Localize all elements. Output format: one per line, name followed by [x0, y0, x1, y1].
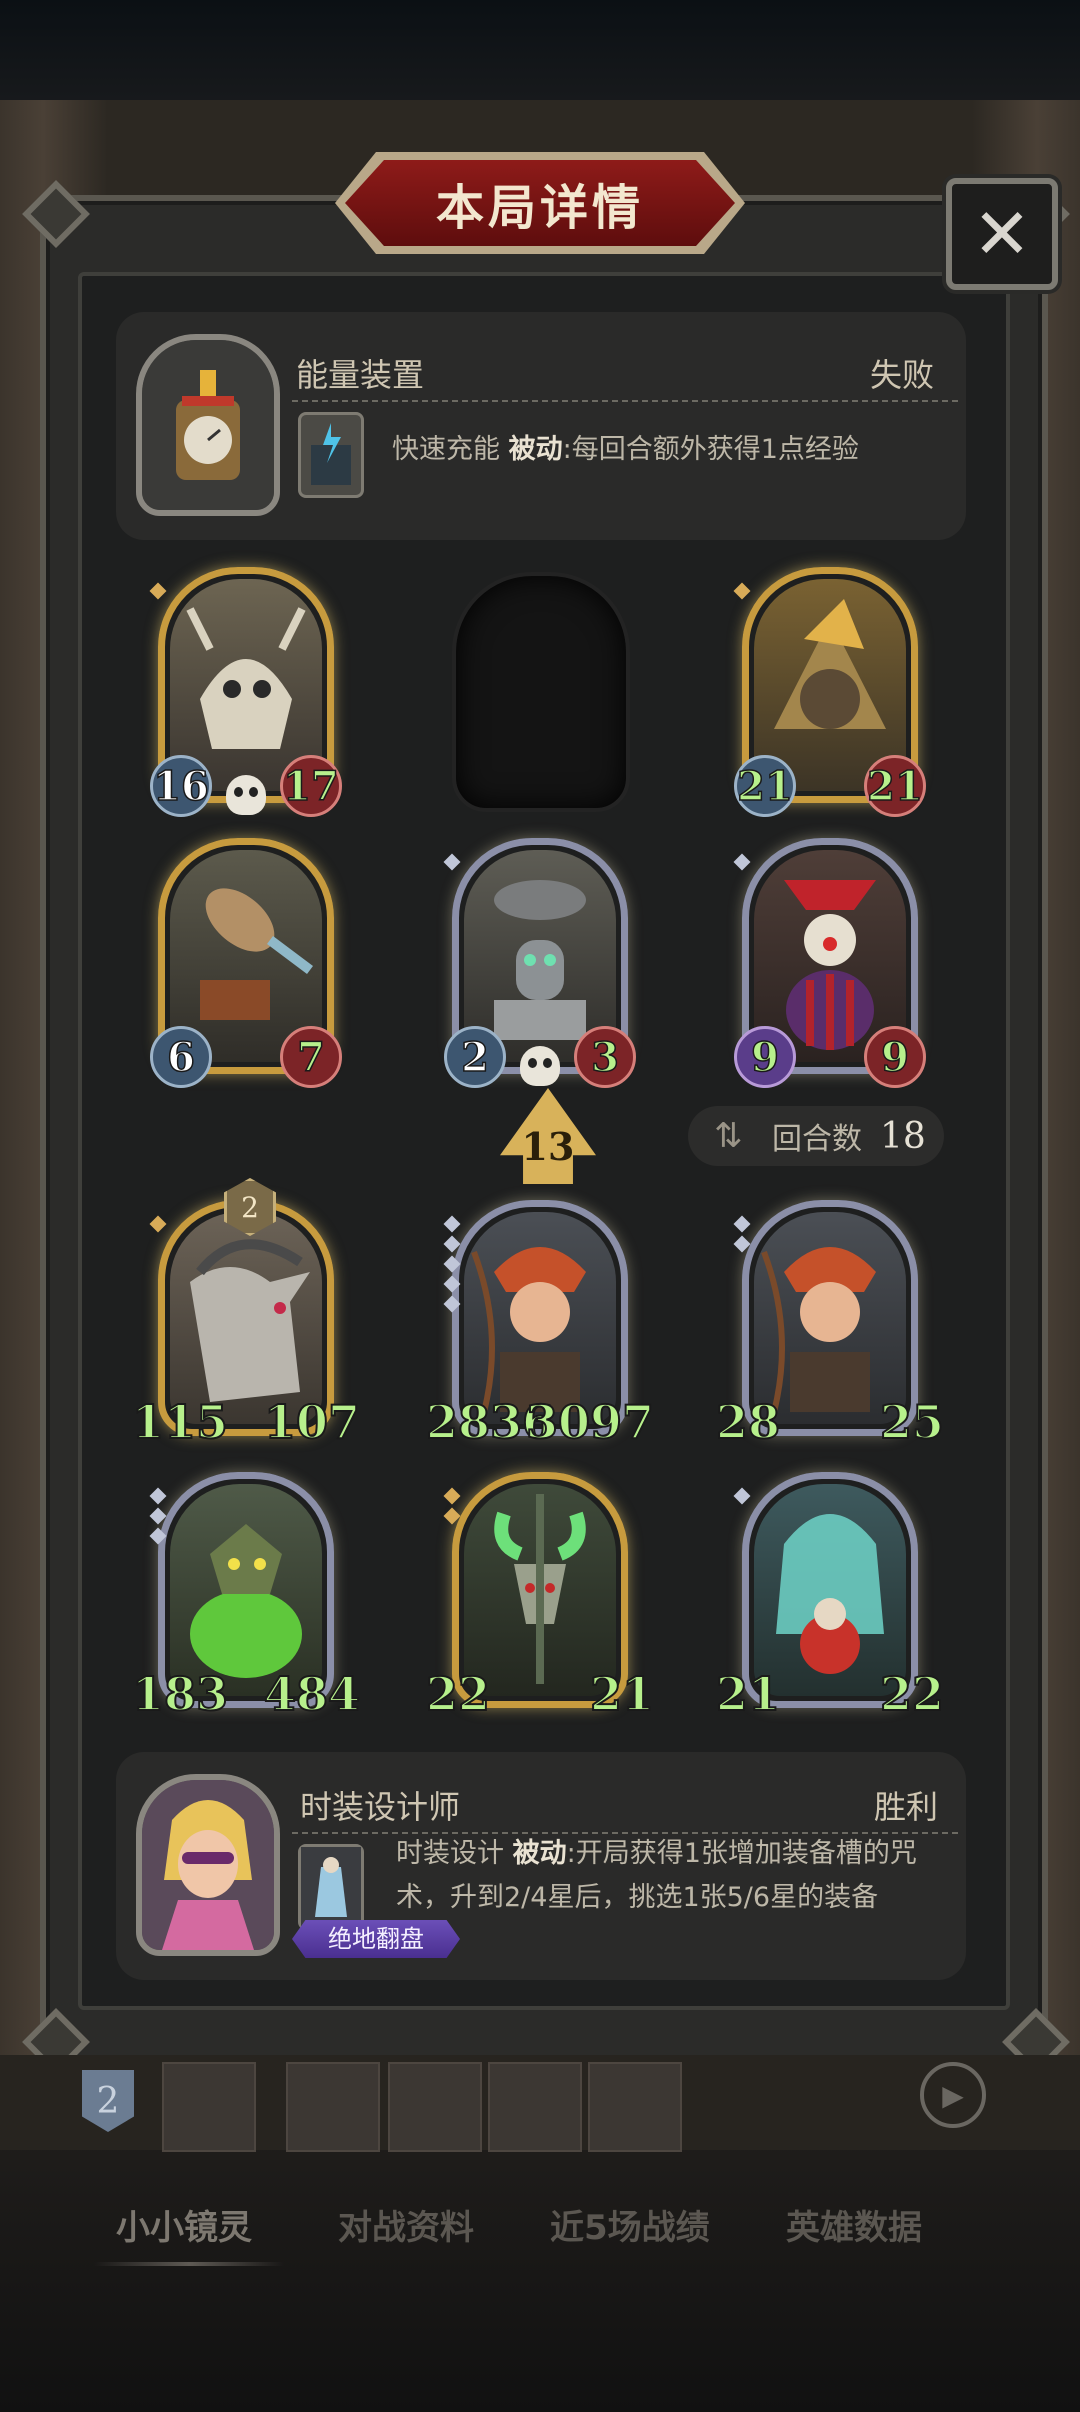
bottom-background	[0, 2140, 1080, 2412]
attack-stat: 21	[734, 755, 796, 817]
opponent-result: 失败	[870, 356, 935, 394]
round-counter: ⇅ 回合数 18	[688, 1106, 944, 1166]
minion-card[interactable]: 16 17	[149, 567, 342, 817]
tavern-level-icon: 13	[500, 1088, 596, 1184]
player-skill-desc-line2: 术，升到2/4星后，挑选1张5/6星的装备	[396, 1882, 879, 1913]
player-skill-name: 时装设计	[396, 1838, 504, 1869]
minion-card[interactable]: 22 21	[425, 1472, 655, 1722]
health-stat: 484	[263, 1666, 361, 1722]
player-skill-icon[interactable]	[298, 1844, 364, 1930]
opponent-skill: 快速充能 被动:每回合额外获得1点经验	[392, 428, 859, 472]
bottom-tabs: 小小镜灵 对战资料 近5场战绩 英雄数据	[0, 2200, 1080, 2260]
tavern-level: 13	[521, 1123, 575, 1169]
player-result: 胜利	[874, 1788, 939, 1826]
opponent-skill-name: 快速充能	[392, 434, 500, 465]
attack-stat: 21	[715, 1666, 781, 1722]
player-info: 时装设计师 胜利 时装设计 被动:开局获得1张增加装备槽的咒 术，升到2/4星后…	[116, 1752, 966, 1980]
skull-icon	[520, 1046, 560, 1086]
player-skill: 时装设计 被动:开局获得1张增加装备槽的咒 术，升到2/4星后，挑选1张5/6星…	[396, 1832, 966, 1920]
history-card[interactable]	[488, 2062, 582, 2152]
divider	[292, 400, 958, 402]
player-name: 时装设计师	[300, 1788, 461, 1826]
history-card[interactable]	[162, 2062, 256, 2152]
opponent-skill-type: 被动	[508, 434, 563, 465]
minion-card[interactable]: 183 484	[131, 1472, 361, 1722]
health-stat: 3097	[525, 1394, 655, 1450]
health-stat: 17	[280, 755, 342, 817]
history-card[interactable]	[286, 2062, 380, 2152]
refresh-icon: ⇅	[714, 1116, 743, 1156]
health-stat: 107	[263, 1394, 361, 1450]
close-icon: ✕	[972, 193, 1032, 275]
health-stat: 9	[864, 1026, 926, 1088]
empty-card-slot	[452, 572, 630, 812]
play-icon: ▶	[942, 2078, 964, 2112]
player-skill-desc-line1: :开局获得1张增加装备槽的咒	[566, 1838, 917, 1869]
minion-card[interactable]: 28 25	[715, 1200, 945, 1450]
attack-stat: 9	[734, 1026, 796, 1088]
minion-card[interactable]: 21 22	[715, 1472, 945, 1722]
page-title: 本局详情	[435, 180, 644, 236]
skull-icon	[226, 775, 266, 815]
minion-card[interactable]: 2 115 107	[131, 1178, 361, 1450]
opponent-skill-desc: :每回合额外获得1点经验	[562, 434, 859, 465]
attack-stat: 22	[425, 1666, 491, 1722]
round-value: 18	[880, 1115, 926, 1157]
attack-stat: 28	[715, 1394, 781, 1450]
comeback-badge: 绝地翻盘	[292, 1920, 460, 1958]
tab-recent-matches[interactable]: 近5场战绩	[550, 2200, 710, 2249]
minion-card[interactable]: 6 7	[150, 838, 342, 1088]
tab-mini-mirror[interactable]: 小小镜灵	[116, 2200, 252, 2249]
health-stat: 21	[864, 755, 926, 817]
round-label: 回合数	[772, 1122, 862, 1157]
attack-stat: 6	[150, 1026, 212, 1088]
health-stat: 21	[589, 1666, 655, 1722]
tab-battle-info[interactable]: 对战资料	[338, 2200, 474, 2249]
health-stat: 25	[879, 1394, 945, 1450]
history-card[interactable]	[588, 2062, 682, 2152]
opponent-avatar[interactable]	[136, 334, 280, 516]
player-skill-type: 被动	[512, 1838, 567, 1869]
tab-hero-data[interactable]: 英雄数据	[786, 2200, 922, 2249]
attack-stat: 115	[131, 1394, 229, 1450]
active-tab-indicator	[94, 2262, 284, 2266]
minion-card[interactable]: 2 3	[443, 838, 636, 1088]
health-stat: 7	[280, 1026, 342, 1088]
title-banner: 本局详情	[335, 152, 745, 254]
opponent-name: 能量装置	[296, 356, 425, 394]
close-button[interactable]: ✕	[946, 178, 1058, 290]
attack-stat: 183	[131, 1666, 229, 1722]
minion-card[interactable]: 2836 3097	[425, 1200, 655, 1450]
replay-button[interactable]: ▶	[920, 2062, 986, 2128]
player-avatar[interactable]	[136, 1774, 280, 1956]
attack-stat: 16	[150, 755, 212, 817]
history-card[interactable]	[388, 2062, 482, 2152]
attack-stat: 2	[444, 1026, 506, 1088]
minion-card[interactable]: 9 9	[733, 838, 926, 1088]
minion-card[interactable]: 21 21	[733, 567, 926, 817]
opponent-info: 能量装置 失败 快速充能 被动:每回合额外获得1点经验	[116, 312, 966, 540]
opponent-skill-icon[interactable]	[298, 412, 364, 498]
health-stat: 3	[574, 1026, 636, 1088]
health-stat: 22	[879, 1666, 945, 1722]
